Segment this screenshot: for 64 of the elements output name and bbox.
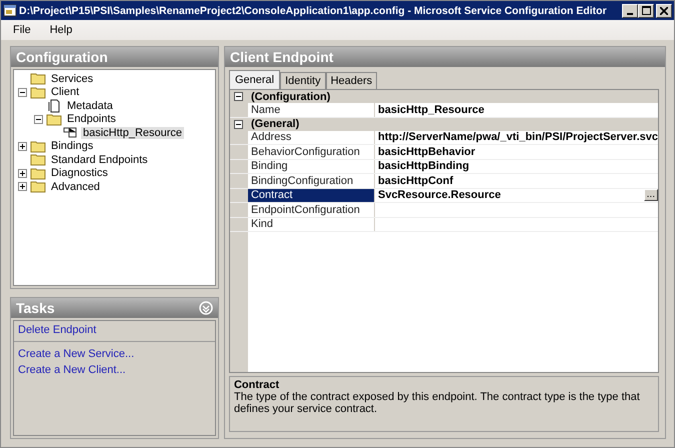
tree-item[interactable]: basicHttp_Resource xyxy=(81,126,184,139)
tab[interactable]: General xyxy=(228,70,280,89)
task-link[interactable]: Create a New Client... xyxy=(18,364,211,376)
panel-header: Configuration xyxy=(11,47,218,67)
category-label: (Configuration) xyxy=(250,90,330,102)
property-name[interactable]: Name xyxy=(248,103,375,116)
minimize-icon xyxy=(627,12,633,14)
close-icon xyxy=(660,6,668,14)
property-value: basicHttpBehavior xyxy=(378,146,476,158)
expand-icon[interactable] xyxy=(18,182,27,192)
collapse-icon[interactable] xyxy=(234,120,244,128)
tab[interactable]: Identity xyxy=(280,72,326,89)
tree-item[interactable]: Diagnostics xyxy=(49,167,110,180)
panel-header: Client Endpoint xyxy=(224,47,665,67)
browse-button[interactable]: ... xyxy=(644,189,658,202)
folder-icon xyxy=(30,153,46,166)
collapse-icon[interactable] xyxy=(234,92,244,101)
window-title: D:\Project\P15\PSI\Samples\RenameProject2\ConsoleApplication1\app.config - Microsoft Service Configuration Editor xyxy=(19,4,608,16)
menu-item[interactable]: File xyxy=(1,24,38,36)
folder-icon xyxy=(30,86,46,99)
document-icon xyxy=(46,98,62,113)
close-button[interactable] xyxy=(656,4,672,18)
tree-item[interactable]: Standard Endpoints xyxy=(49,154,150,166)
property-value: http://ServerName/pwa/_vti_bin/PSI/ProjectServer.svc xyxy=(378,131,658,144)
property-name[interactable]: Kind xyxy=(248,218,375,231)
collapse-icon[interactable] xyxy=(18,88,27,97)
tree-item[interactable]: Metadata xyxy=(65,100,115,112)
expand-icon[interactable] xyxy=(18,168,27,178)
minimize-button[interactable] xyxy=(622,4,638,18)
tree-item[interactable]: Advanced xyxy=(49,180,102,193)
folder-icon xyxy=(30,140,46,153)
tree-item[interactable]: Services xyxy=(49,72,96,85)
tree-item[interactable]: Endpoints xyxy=(65,113,118,126)
maximize-icon xyxy=(642,6,650,15)
maximize-button[interactable] xyxy=(638,4,654,18)
collapse-chevron-icon[interactable] xyxy=(198,301,213,315)
collapse-icon[interactable] xyxy=(34,114,43,124)
category-label: (General) xyxy=(250,118,300,130)
folder-icon xyxy=(30,180,46,194)
tree-item[interactable]: Bindings xyxy=(49,140,96,152)
property-name[interactable]: BindingConfiguration xyxy=(248,174,375,188)
folder-icon xyxy=(30,72,46,86)
expand-icon[interactable] xyxy=(18,142,27,151)
task-link[interactable]: Delete Endpoint xyxy=(18,324,211,336)
task-link[interactable]: Create a New Service... xyxy=(18,348,211,360)
property-value: basicHttpBinding xyxy=(378,160,470,172)
property-name[interactable]: BehaviorConfiguration xyxy=(248,145,375,158)
tree-item[interactable]: Client xyxy=(49,86,82,98)
description-title: Contract xyxy=(234,379,280,391)
folder-icon xyxy=(46,112,62,126)
property-value: SvcResource.Resource xyxy=(378,189,501,202)
property-name[interactable]: Contract xyxy=(248,188,375,202)
tab[interactable]: Headers xyxy=(326,72,378,89)
description-text: The type of the contract exposed by this endpoint. The contract type is the type that defines your service contract. xyxy=(234,391,641,415)
grid-icon xyxy=(62,126,78,140)
app-window-icon xyxy=(3,4,17,18)
property-value: basicHttpConf xyxy=(378,174,454,187)
property-name[interactable]: Address xyxy=(248,130,375,144)
folder-icon xyxy=(30,166,46,180)
property-value: basicHttp_Resource xyxy=(378,104,484,116)
property-name[interactable]: EndpointConfiguration xyxy=(248,203,375,216)
property-name[interactable]: Binding xyxy=(248,160,375,173)
menu-item[interactable]: Help xyxy=(38,24,80,36)
panel-header: Tasks xyxy=(11,298,218,318)
